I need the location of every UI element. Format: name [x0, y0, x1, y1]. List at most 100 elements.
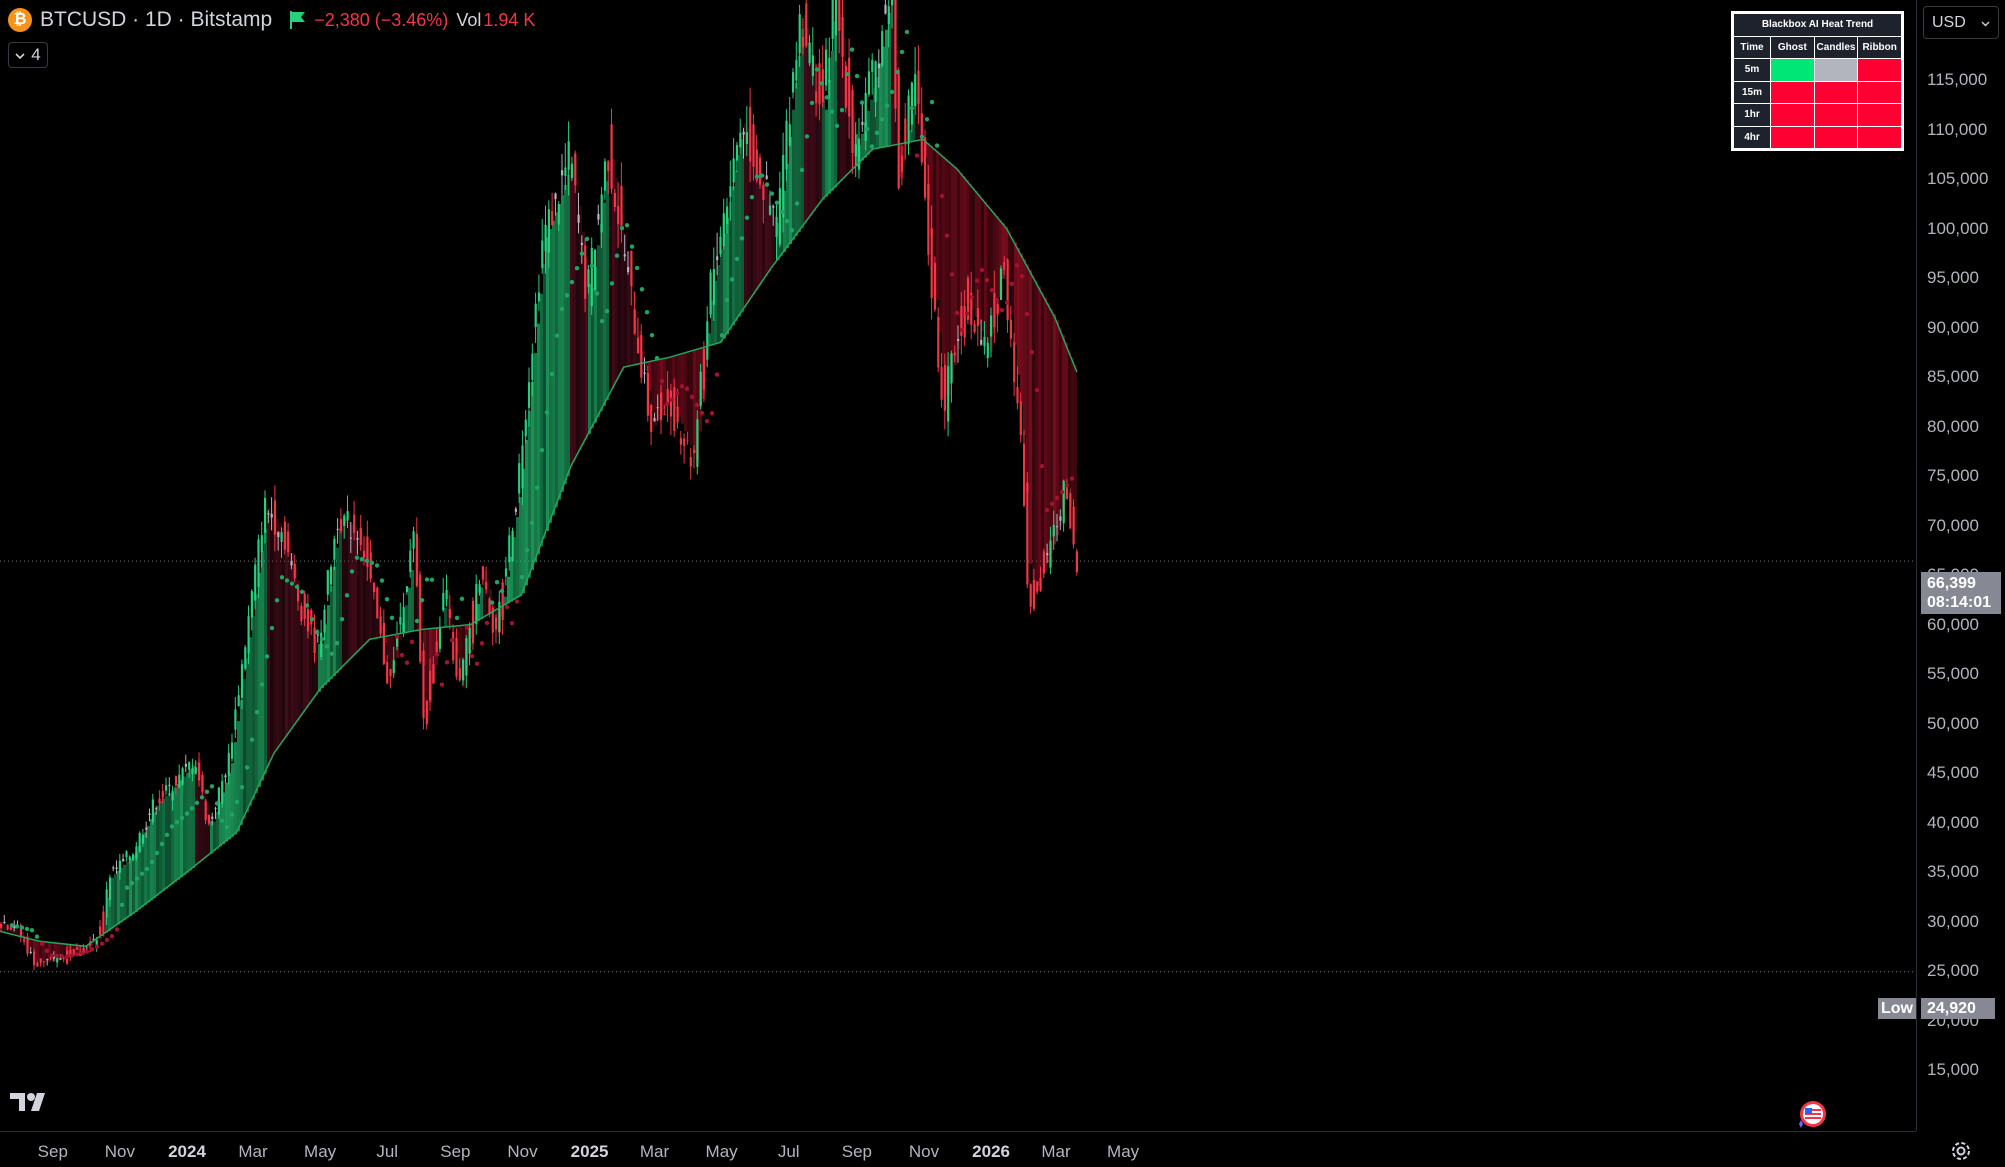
- ghost-dot: [534, 485, 540, 490]
- candle-body: [250, 591, 253, 618]
- candle-body: [821, 69, 824, 103]
- ghost-dot: [139, 871, 145, 876]
- candle-body: [1059, 516, 1062, 521]
- ghost-dot: [1054, 495, 1060, 501]
- candle-body: [231, 742, 234, 759]
- chart-area[interactable]: [0, 0, 1916, 1131]
- ribbon-stripe: [609, 159, 612, 395]
- ghost-dot: [929, 99, 935, 105]
- ghost-dot: [614, 253, 620, 258]
- candle-body: [1049, 540, 1052, 568]
- ribbon-stripe: [1047, 303, 1050, 563]
- ribbon-stripe: [258, 572, 261, 787]
- candle-body: [425, 700, 428, 725]
- candle-body: [254, 564, 257, 601]
- ghost-dot: [499, 588, 505, 594]
- candle-body: [570, 163, 574, 179]
- candle-body: [389, 669, 392, 677]
- ghost-dot: [399, 652, 405, 658]
- green-flag-icon[interactable]: [290, 11, 306, 29]
- price-scale[interactable]: 15,000 20,000 25,000 30,000 35,000 40,000 45,0…: [1916, 0, 2005, 1131]
- ghost-dot: [9, 923, 15, 928]
- candle-body: [996, 304, 999, 314]
- candle-body: [6, 925, 9, 930]
- ghost-dot: [339, 616, 345, 622]
- candle-body: [524, 419, 527, 437]
- ghost-dot: [159, 841, 165, 847]
- last-price-tag: 66,399 08:14:01: [1921, 572, 2001, 614]
- time-tick-label: 2026: [972, 1142, 1011, 1161]
- candle-body: [841, 17, 844, 57]
- tradingview-logo-icon[interactable]: [10, 1090, 54, 1114]
- heat-cell: [1814, 81, 1859, 103]
- row-label: 5m: [1734, 59, 1771, 81]
- ghost-dot: [894, 69, 900, 75]
- ghost-dot: [314, 629, 320, 635]
- candle-body: [1006, 259, 1009, 321]
- price-chart[interactable]: [0, 0, 1916, 1131]
- ghost-dot: [174, 819, 180, 825]
- ghost-dot: [779, 209, 785, 215]
- ribbon-stripe: [408, 587, 411, 632]
- ribbon-stripe: [1038, 286, 1041, 586]
- ghost-dot: [684, 386, 690, 391]
- ribbon-stripe: [936, 150, 939, 300]
- currency-button[interactable]: USD: [1923, 6, 1999, 39]
- row-label: 15m: [1734, 81, 1771, 103]
- indicators-collapse-button[interactable]: 4: [8, 42, 48, 68]
- heat-cell: [1858, 81, 1902, 103]
- ribbon-stripe: [183, 776, 186, 876]
- ghost-dot: [724, 297, 730, 303]
- chevron-down-icon: [1981, 14, 1990, 32]
- candle-body: [221, 780, 224, 804]
- ghost-dot: [909, 106, 915, 111]
- ribbon-stripe: [213, 821, 216, 852]
- candle-body: [729, 186, 732, 197]
- ghost-dot: [794, 201, 800, 206]
- candle-body: [435, 641, 438, 653]
- ribbon-stripe: [1050, 308, 1053, 554]
- ribbon-stripe: [210, 821, 213, 854]
- ghost-dot: [639, 287, 645, 292]
- ghost-dot: [749, 194, 755, 200]
- candle-body: [904, 118, 907, 145]
- candle-body: [752, 124, 755, 167]
- candle-body: [950, 353, 953, 384]
- heat-trend-table: Blackbox AI Heat Trend Time Ghost Candle…: [1731, 11, 1904, 151]
- candle-body: [633, 309, 636, 334]
- candle-body: [587, 269, 590, 288]
- ghost-dot: [309, 616, 315, 622]
- header-cell: Candles: [1815, 36, 1859, 58]
- ghost-dot: [304, 603, 310, 608]
- candle-body: [597, 213, 600, 220]
- candle-body: [600, 194, 603, 233]
- symbol-title[interactable]: BTCUSD · 1D · Bitstamp: [40, 8, 272, 32]
- ribbon-stripe: [555, 212, 558, 508]
- ghost-dot: [504, 604, 510, 610]
- ghost-dot: [354, 555, 360, 560]
- candle-body: [287, 531, 290, 553]
- candle-body: [788, 124, 791, 146]
- heat-table-title: Blackbox AI Heat Trend: [1734, 14, 1901, 37]
- us-flag-icon[interactable]: [1795, 1098, 1827, 1130]
- ribbon-stripe: [534, 353, 537, 563]
- candle-body: [240, 664, 244, 698]
- ghost-dot: [584, 236, 590, 242]
- ghost-dot: [924, 117, 930, 122]
- ghost-dot: [254, 709, 260, 715]
- candle-body: [772, 206, 775, 208]
- ghost-dot: [384, 597, 390, 602]
- candle-body: [805, 3, 808, 46]
- gear-icon[interactable]: [1950, 1140, 1972, 1162]
- time-scale[interactable]: Sep Nov 2024 Mar May Jul Sep Nov 2025 Mar May Jul Se…: [0, 1131, 1916, 1167]
- candle-body: [174, 776, 178, 786]
- ghost-dot: [654, 355, 660, 361]
- candle-body: [943, 364, 946, 411]
- ribbon-stripe: [225, 782, 228, 842]
- ghost-dot: [134, 876, 140, 881]
- candle-body: [656, 407, 659, 409]
- ghost-dot: [679, 384, 685, 389]
- ghost-dot: [734, 256, 740, 262]
- price-tick-label: 85,000: [1927, 367, 1979, 386]
- candle-body: [224, 775, 227, 778]
